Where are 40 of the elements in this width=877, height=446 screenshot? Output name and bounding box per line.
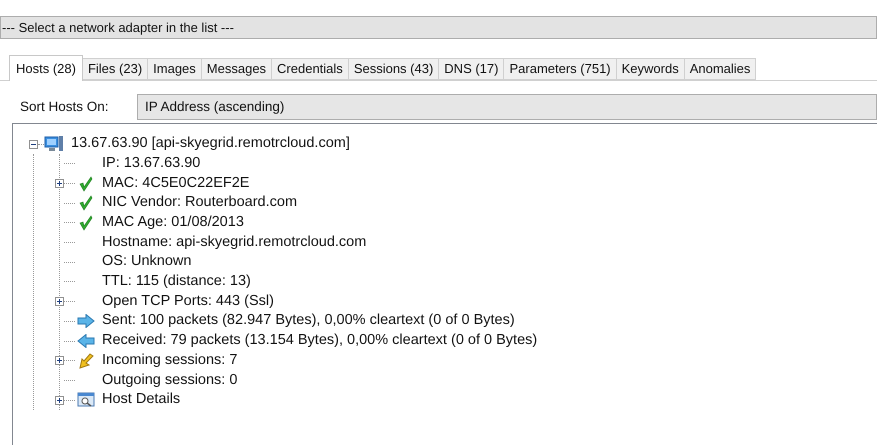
tab[interactable]: Messages [202,58,272,80]
tree-node[interactable]: Sent: 100 packets (82.947 Bytes), 0,00% cleartext (0 of 0 Bytes) [102,310,515,332]
tab[interactable]: DNS (17) [439,58,504,80]
tab[interactable]: Anomalies [684,58,756,80]
tree-node[interactable]: NIC Vendor: Routerboard.com [102,192,298,214]
sort-dropdown[interactable]: IP Address (ascending) [137,94,877,120]
tab[interactable]: Sessions (43) [348,58,440,80]
tree-node[interactable]: Received: 79 packets (13.154 Bytes), 0,00% cleartext (0 of 0 Bytes) [102,330,538,352]
expand-icon[interactable] [55,297,64,306]
tab[interactable]: Credentials [272,58,349,80]
check-icon [79,195,93,212]
tab[interactable]: Keywords [616,58,685,80]
expand-icon[interactable] [55,179,64,188]
tab[interactable]: Parameters (751) [504,58,617,80]
tab[interactable]: Images [148,58,202,80]
tree-node[interactable]: Hostname: api-skyegrid.remotrcloud.com [102,232,366,254]
tree-node[interactable]: Outgoing sessions: 0 [102,370,238,392]
tree-node[interactable]: TTL: 115 (distance: 13) [102,271,251,293]
tree-node[interactable]: MAC: 4C5E0C22EF2E [102,172,250,194]
tree-node[interactable]: 13.67.63.90 [api-skyegrid.remotrcloud.com] [71,133,350,155]
tree-node[interactable]: MAC Age: 01/08/2013 [102,212,244,234]
arrow-icon [78,352,94,369]
sort-label: Sort Hosts On: [20,98,110,116]
check-icon [79,176,93,192]
tab[interactable]: Files (23) [82,58,148,80]
tab[interactable]: Hosts (28) [9,55,83,81]
expand-icon[interactable] [55,356,64,366]
window-magnifier-icon [77,392,95,408]
tree-node[interactable]: Open TCP Ports: 443 (Ssl) [102,290,274,313]
arrow-left-icon [77,334,95,348]
tree-node[interactable]: IP: 13.67.63.90 [102,152,200,175]
tree-node[interactable]: Incoming sessions: 7 [102,350,238,372]
collapse-icon[interactable] [29,140,38,148]
check-icon [79,214,93,231]
tree-node[interactable]: Host Details [102,389,180,411]
expand-icon[interactable] [55,396,64,405]
tree-node[interactable]: OS: Unknown [102,251,192,274]
computer-icon [44,135,64,153]
adapter-dropdown[interactable]: --- Select a network adapter in the list --- [0,16,877,39]
arrow-right-icon [77,314,95,328]
